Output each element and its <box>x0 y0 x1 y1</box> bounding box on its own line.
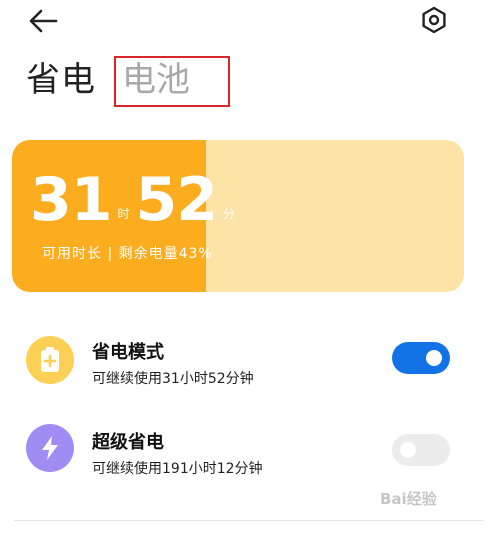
battery-plus-icon <box>41 347 59 372</box>
tab-power-saving[interactable]: 省电 <box>26 58 96 102</box>
mode-description: 可继续使用191小时12分钟 <box>92 461 263 477</box>
mode-description: 可继续使用31小时52分钟 <box>92 371 254 387</box>
mode-title: 超级省电 <box>92 432 164 453</box>
lightning-icon <box>42 436 58 460</box>
mode-icon-container <box>26 424 74 472</box>
hexagon-settings-icon <box>422 6 446 34</box>
minutes-unit: 分 <box>223 207 236 221</box>
settings-button[interactable] <box>418 4 450 36</box>
mode-icon-container <box>26 336 74 384</box>
battery-page: 省电 电池 31 时 52 分 可用时长 | 剩余电量43% 省电模式 可继续使… <box>0 0 499 541</box>
tab-battery[interactable]: 电池 <box>114 56 230 107</box>
hours-value: 31 <box>30 165 112 235</box>
divider <box>14 520 484 521</box>
battery-subtitle: 可用时长 | 剩余电量43% <box>42 246 213 262</box>
toggle-knob <box>400 442 416 458</box>
minutes-value: 52 <box>135 165 218 235</box>
ultra-power-saving-toggle[interactable] <box>392 434 450 466</box>
ultra-power-saving-mode-item[interactable]: 超级省电 可继续使用191小时12分钟 <box>0 414 499 484</box>
back-button[interactable] <box>26 6 60 36</box>
hours-unit: 时 <box>117 207 130 221</box>
arrow-left-icon <box>29 9 58 33</box>
remaining-time: 31 时 52 分 <box>30 170 241 230</box>
mode-title: 省电模式 <box>92 342 164 363</box>
power-saving-mode-item[interactable]: 省电模式 可继续使用31小时52分钟 <box>0 326 499 396</box>
watermark: Bai经验 <box>380 490 437 508</box>
power-saving-toggle[interactable] <box>392 342 450 374</box>
toggle-knob <box>426 350 442 366</box>
